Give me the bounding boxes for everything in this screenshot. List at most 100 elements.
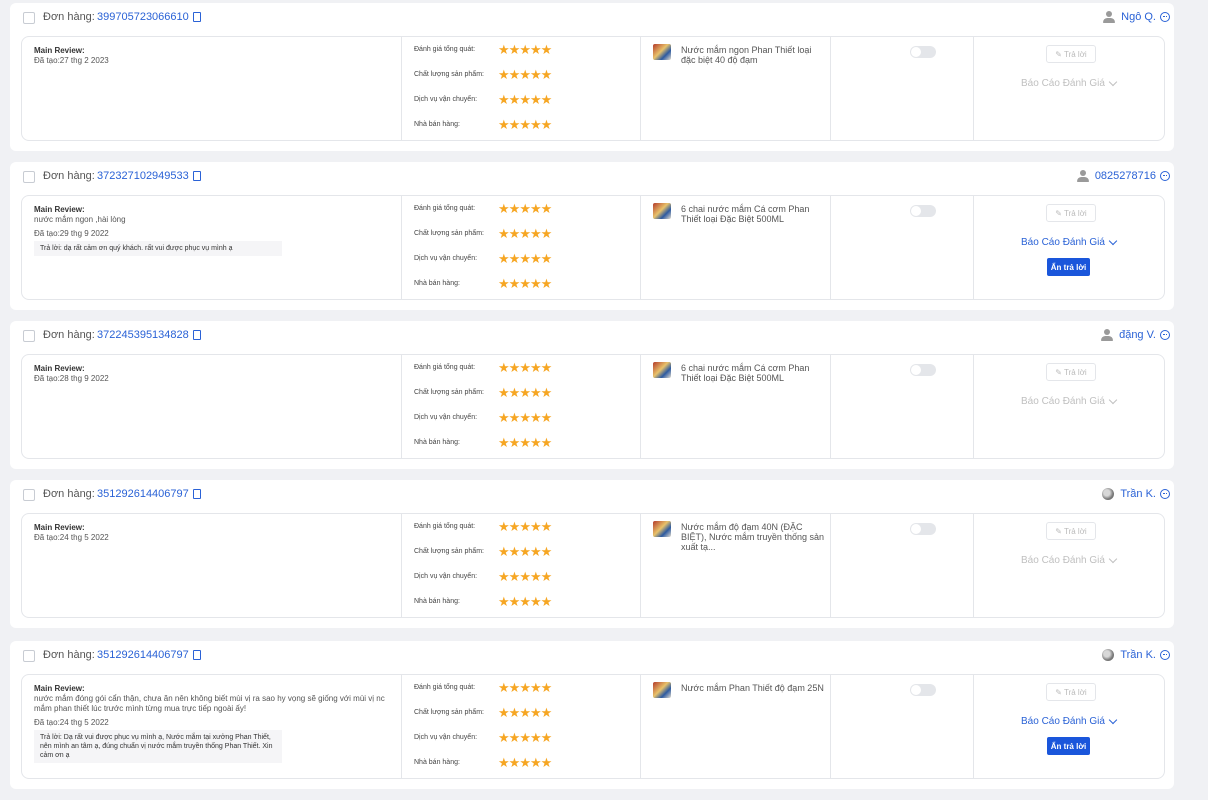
rating-row-seller: Nhà bán hàng: ★ ★ ★ ★ ★ <box>414 116 552 132</box>
visibility-toggle[interactable] <box>910 523 936 535</box>
order-id-link[interactable]: 351292614406797 <box>97 488 189 500</box>
buyer-name[interactable]: Trần K. <box>1120 488 1156 500</box>
buyer-name[interactable]: 0825278716 <box>1095 170 1156 182</box>
visibility-toggle[interactable] <box>910 205 936 217</box>
rating-row-quality: Chất lượng sản phẩm: ★ ★ ★ ★ ★ <box>414 384 553 400</box>
star-icon: ★ <box>529 116 542 132</box>
copy-document-icon[interactable] <box>193 12 201 22</box>
chevron-down-icon <box>1108 236 1118 246</box>
select-checkbox[interactable] <box>23 171 35 183</box>
rating-label: Dịch vụ vận chuyển: <box>414 95 478 103</box>
order-label: Đơn hàng: <box>43 11 95 23</box>
select-checkbox[interactable] <box>23 489 35 501</box>
report-review-dropdown[interactable]: Báo Cáo Đánh Giá <box>1021 554 1118 566</box>
reply-button[interactable]: ✎ Trả lời <box>1046 683 1096 701</box>
review-body: Main Review: Đã tạo:27 thg 2 2023 Đánh giá… <box>21 36 1165 141</box>
star-icon: ★ <box>508 275 521 291</box>
star-icon: ★ <box>519 704 531 720</box>
star-icon: ★ <box>519 543 531 559</box>
star-icon: ★ <box>519 250 531 266</box>
reply-button[interactable]: ✎ Trả lời <box>1046 204 1096 222</box>
copy-document-icon[interactable] <box>193 330 201 340</box>
select-checkbox[interactable] <box>23 650 35 662</box>
rating-label: Nhà bán hàng: <box>414 120 460 128</box>
product-name[interactable]: Nước mắm Phan Thiết độ đạm 25N <box>681 683 826 693</box>
product-thumbnail <box>653 203 671 219</box>
report-review-dropdown[interactable]: Báo Cáo Đánh Giá <box>1021 715 1118 727</box>
review-column: Main Review: Đã tạo:24 thg 5 2022 <box>22 514 401 617</box>
order-id-link[interactable]: 372327102949533 <box>97 170 189 182</box>
actions-column: ✎ Trả lời Báo Cáo Đánh Giá <box>973 514 1165 617</box>
product-name[interactable]: Nước mắm ngon Phan Thiết loại đặc biệt 4… <box>681 45 826 65</box>
chat-icon[interactable] <box>1160 330 1170 340</box>
star-icon: ★ <box>540 704 553 720</box>
product-column: Nước mắm Phan Thiết độ đạm 25N <box>640 675 831 778</box>
star-icon: ★ <box>498 593 510 609</box>
review-column: Main Review: Đã tạo:27 thg 2 2023 <box>22 37 401 140</box>
reply-button[interactable]: ✎ Trả lời <box>1046 363 1096 381</box>
product-name[interactable]: 6 chai nước mắm Cá cơm Phan Thiết loại Đ… <box>681 204 826 224</box>
order-label: Đơn hàng: <box>43 329 95 341</box>
order-id-link[interactable]: 351292614406797 <box>97 649 189 661</box>
rating-column: Đánh giá tổng quát: ★ ★ ★ ★ ★ Chất lượng sản p… <box>401 37 641 140</box>
chat-icon[interactable] <box>1160 171 1170 181</box>
star-icon: ★ <box>540 593 553 609</box>
star-icon: ★ <box>508 66 521 82</box>
review-column: Main Review: nước mắm đóng gói cẩn thận, … <box>22 675 401 778</box>
star-icon: ★ <box>498 754 510 770</box>
star-icon: ★ <box>519 275 531 291</box>
order-id-link[interactable]: 372245395134828 <box>97 329 189 341</box>
star-icon: ★ <box>540 41 553 57</box>
visibility-toggle[interactable] <box>910 46 936 58</box>
report-review-dropdown[interactable]: Báo Cáo Đánh Giá <box>1021 77 1118 89</box>
copy-document-icon[interactable] <box>193 171 201 181</box>
product-thumbnail <box>653 44 671 60</box>
seller-reply: Trả lời: Dạ rất vui được phục vụ mình ạ,… <box>34 730 282 763</box>
review-text: nước mắm đóng gói cẩn thận, chưa ăn nên … <box>34 694 385 713</box>
report-label: Báo Cáo Đánh Giá <box>1021 555 1105 566</box>
star-icon: ★ <box>540 568 553 584</box>
report-review-dropdown[interactable]: Báo Cáo Đánh Giá <box>1021 395 1118 407</box>
chat-icon[interactable] <box>1160 650 1170 660</box>
buyer-name[interactable]: Ngô Q. <box>1121 11 1156 23</box>
visibility-toggle[interactable] <box>910 364 936 376</box>
copy-document-icon[interactable] <box>193 489 201 499</box>
rating-row-overall: Đánh giá tổng quát: ★ ★ ★ ★ ★ <box>414 360 552 374</box>
copy-document-icon[interactable] <box>193 650 201 660</box>
chat-icon[interactable] <box>1160 12 1170 22</box>
star-icon: ★ <box>508 409 521 425</box>
hide-reply-button[interactable]: Ẩn trả lời <box>1047 258 1090 276</box>
rating-label: Dịch vụ vận chuyển: <box>414 733 478 741</box>
select-checkbox[interactable] <box>23 12 35 24</box>
star-icon: ★ <box>519 225 531 241</box>
visibility-toggle[interactable] <box>910 684 936 696</box>
review-body: Main Review: Đã tạo:28 thg 9 2022 Đánh giá… <box>21 354 1165 459</box>
product-column: 6 chai nước mắm Cá cơm Phan Thiết loại Đ… <box>640 196 831 299</box>
rating-column: Đánh giá tổng quát: ★ ★ ★ ★ ★ Chất lượng sản p… <box>401 514 641 617</box>
review-column: Main Review: Đã tạo:28 thg 9 2022 <box>22 355 401 458</box>
toggle-column <box>830 355 974 458</box>
product-name[interactable]: Nước mắm độ đạm 40N (ĐẶC BIỆT), Nước mắm… <box>681 522 826 552</box>
review-body: Main Review: nước mắm ngon ,hài lòng Đã tạ… <box>21 195 1165 300</box>
report-review-dropdown[interactable]: Báo Cáo Đánh Giá <box>1021 236 1118 248</box>
order-id-link[interactable]: 399705723066610 <box>97 11 189 23</box>
star-icon: ★ <box>508 434 521 450</box>
star-icon: ★ <box>508 679 521 695</box>
chat-icon[interactable] <box>1160 489 1170 499</box>
star-icon: ★ <box>508 225 521 241</box>
hide-reply-button[interactable]: Ẩn trả lời <box>1047 737 1090 755</box>
rating-row-overall: Đánh giá tổng quát: ★ ★ ★ ★ ★ <box>414 41 553 57</box>
buyer-name[interactable]: Trần K. <box>1120 649 1156 661</box>
select-checkbox[interactable] <box>23 330 35 342</box>
star-icon: ★ <box>540 384 553 400</box>
review-column: Main Review: nước mắm ngon ,hài lòng Đã tạ… <box>22 196 401 299</box>
reply-button[interactable]: ✎ Trả lời <box>1046 522 1096 540</box>
rating-label: Đánh giá tổng quát: <box>414 522 476 530</box>
report-label: Báo Cáo Đánh Giá <box>1021 237 1105 248</box>
buyer-name[interactable]: đặng V. <box>1119 329 1156 341</box>
reply-button[interactable]: ✎ Trả lời <box>1046 45 1096 63</box>
review-card: Đơn hàng: 351292614406797 Trần K. Main Revi… <box>10 641 1174 789</box>
product-name[interactable]: 6 chai nước mắm Cá cơm Phan Thiết loại Đ… <box>681 363 826 383</box>
star-icon: ★ <box>540 275 553 291</box>
star-icon: ★ <box>519 384 531 400</box>
